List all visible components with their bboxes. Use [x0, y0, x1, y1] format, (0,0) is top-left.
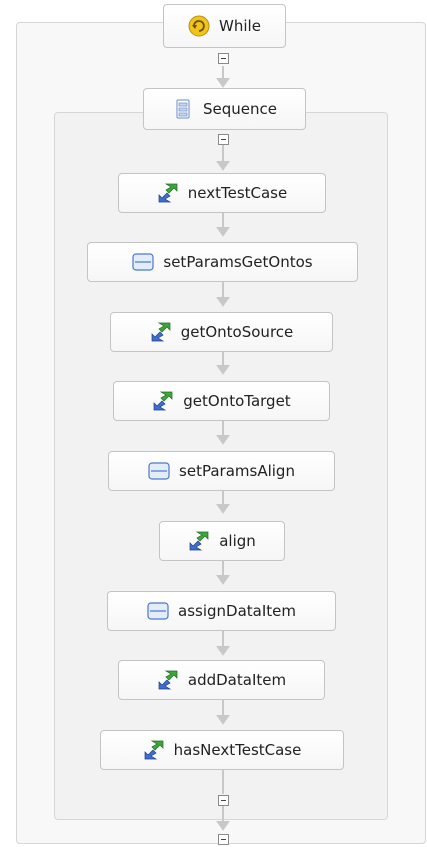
invoke-icon — [157, 182, 179, 204]
assign-icon — [132, 251, 154, 273]
activity-set-params-get-ontos[interactable]: setParamsGetOntos — [87, 242, 358, 282]
activity-label: assignDataItem — [178, 602, 296, 620]
invoke-icon — [157, 669, 179, 691]
while-collapse-toggle[interactable] — [218, 53, 229, 64]
activity-label: getOntoTarget — [183, 392, 291, 410]
assign-icon — [147, 600, 169, 622]
invoke-icon — [150, 321, 172, 343]
activity-label: setParamsGetOntos — [163, 253, 313, 271]
activity-add-data-item[interactable]: addDataItem — [118, 660, 325, 700]
assign-icon — [148, 460, 170, 482]
activity-has-next-test-case[interactable]: hasNextTestCase — [100, 730, 344, 770]
activity-next-test-case[interactable]: nextTestCase — [118, 173, 326, 213]
sequence-collapse-toggle[interactable] — [218, 134, 229, 145]
sequence-label: Sequence — [203, 100, 277, 118]
activity-align[interactable]: align — [159, 521, 285, 561]
while-node[interactable]: While — [163, 4, 286, 48]
activity-get-onto-target[interactable]: getOntoTarget — [113, 381, 330, 421]
while-loop-icon — [188, 15, 210, 37]
sequence-node[interactable]: Sequence — [143, 88, 306, 130]
while-label: While — [219, 17, 261, 35]
activity-set-params-align[interactable]: setParamsAlign — [108, 451, 335, 491]
while-end-collapse-toggle[interactable] — [218, 834, 229, 845]
activity-label: align — [219, 532, 256, 550]
invoke-icon — [152, 390, 174, 412]
activity-get-onto-source[interactable]: getOntoSource — [110, 312, 333, 352]
activity-label: hasNextTestCase — [173, 741, 302, 759]
activity-label: nextTestCase — [187, 184, 288, 202]
activity-label: getOntoSource — [180, 323, 294, 341]
sequence-icon — [172, 98, 194, 120]
invoke-icon — [188, 530, 210, 552]
activity-label: setParamsAlign — [179, 462, 295, 480]
invoke-icon — [143, 739, 165, 761]
activity-assign-data-item[interactable]: assignDataItem — [107, 591, 336, 631]
sequence-end-collapse-toggle[interactable] — [218, 795, 229, 806]
activity-label: addDataItem — [187, 671, 287, 689]
